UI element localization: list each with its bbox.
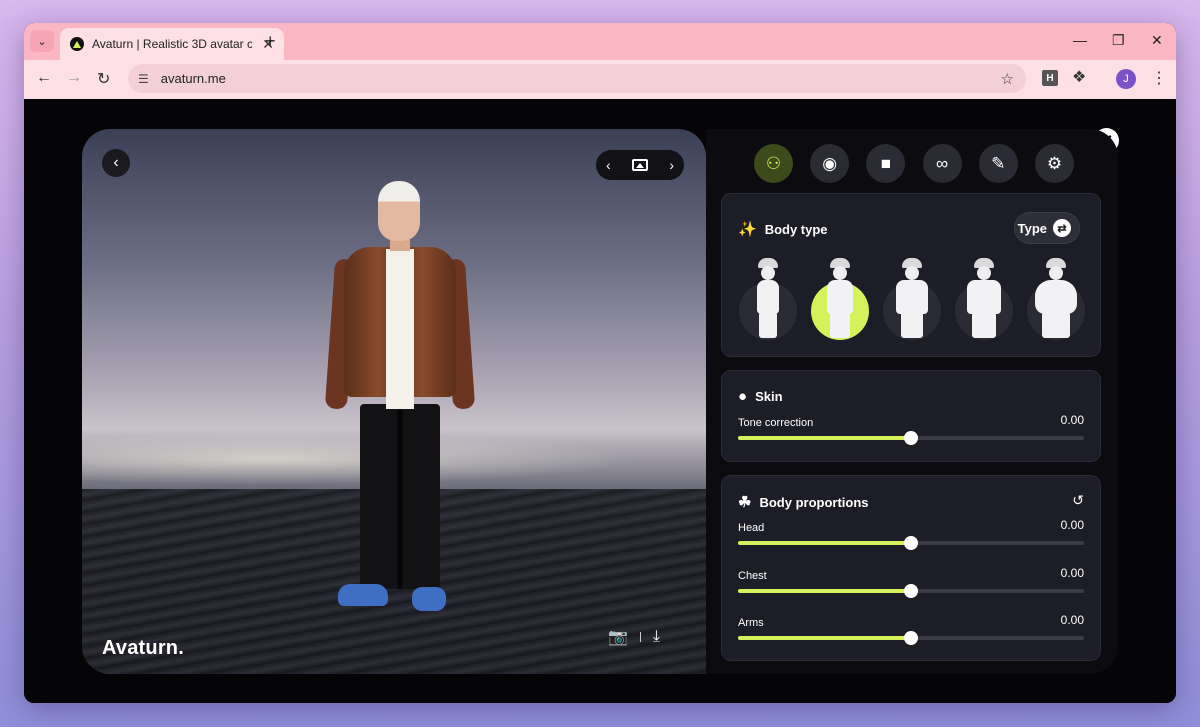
body-proportions-heading: ☘ Body proportions: [738, 493, 869, 511]
slider-fill: [738, 541, 911, 545]
reset-icon[interactable]: ↺: [1072, 492, 1084, 509]
close-window-icon[interactable]: ✕: [1151, 32, 1163, 49]
avatar-shirt: [386, 249, 414, 409]
body-type-heading: ✨ Body type: [738, 220, 828, 238]
extensions-puzzle-icon[interactable]: ❖: [1072, 67, 1086, 87]
chest-label: Chest: [738, 570, 767, 582]
tone-correction-row: Tone correction 0.00: [738, 413, 1084, 445]
head-slider-row: Head 0.00: [738, 518, 1084, 550]
avatar-3d-model[interactable]: [324, 179, 476, 624]
body-proportions-icon: ☘: [738, 494, 752, 511]
minimize-icon[interactable]: —: [1073, 32, 1087, 48]
avaturn-logo: Avaturn.: [102, 637, 184, 659]
body-type-option-4[interactable]: [954, 258, 1014, 340]
avatar-right-shoe: [412, 587, 446, 611]
glasses-icon[interactable]: ∞: [922, 144, 962, 183]
tone-correction-slider[interactable]: [738, 431, 1084, 445]
url-text: avaturn.me: [160, 71, 226, 86]
avatar-left-shoe: [338, 584, 388, 606]
animation-icon[interactable]: ⚙: [1034, 144, 1074, 183]
tone-correction-label: Tone correction: [738, 417, 814, 429]
head-slider[interactable]: [738, 536, 1084, 550]
body-type-option-2[interactable]: [810, 258, 870, 340]
body-proportions-card: ☘ Body proportions ↺ Head 0.00 Chest 0.0…: [721, 475, 1101, 661]
forward-arrow-icon[interactable]: →: [66, 69, 82, 87]
hair-icon[interactable]: ◉: [810, 144, 850, 183]
body-shape-icon[interactable]: ⚇: [754, 144, 793, 183]
avatar-head: [378, 181, 420, 241]
makeup-icon[interactable]: ✎: [978, 144, 1018, 183]
body-type-card: ✨ Body type Type ⇄: [721, 193, 1101, 357]
browser-window: ⌄ Avaturn | Realistic 3D avatar cre ✕ + …: [24, 23, 1176, 703]
download-icon[interactable]: ⤓: [653, 628, 660, 646]
new-tab-icon[interactable]: +: [265, 31, 276, 52]
next-background-icon[interactable]: ›: [669, 157, 674, 173]
arms-slider-row: Arms 0.00: [738, 613, 1084, 645]
tab-strip: ⌄ Avaturn | Realistic 3D avatar cre ✕ + …: [24, 23, 1176, 60]
head-value: 0.00: [1060, 518, 1084, 532]
browser-menu-icon[interactable]: ⋮: [1151, 68, 1167, 88]
skin-icon: ●: [738, 388, 748, 405]
slider-fill: [738, 636, 911, 640]
body-type-option-5[interactable]: [1026, 258, 1086, 340]
slider-fill: [738, 436, 911, 440]
tone-correction-value: 0.00: [1060, 413, 1084, 427]
tab-avaturn[interactable]: Avaturn | Realistic 3D avatar cre ✕: [60, 28, 284, 60]
type-button-label: Type: [1017, 220, 1047, 236]
swap-icon: ⇄: [1053, 219, 1071, 237]
shirt-icon[interactable]: ■: [866, 144, 906, 183]
extension-h-icon[interactable]: H: [1042, 70, 1058, 86]
slider-thumb[interactable]: [904, 584, 918, 598]
body-type-option-1[interactable]: [738, 258, 798, 340]
skin-title: Skin: [755, 389, 783, 404]
previous-background-icon[interactable]: ‹: [606, 157, 611, 173]
address-toolbar: ← → ↻ ☰ avaturn.me ☆ H ❖ J ⋮: [24, 60, 1176, 99]
tab-title: Avaturn | Realistic 3D avatar cre: [92, 37, 252, 51]
body-proportions-title: Body proportions: [759, 494, 869, 510]
site-info-icon[interactable]: ☰: [138, 72, 149, 86]
image-icon: [632, 159, 648, 171]
body-type-option-3[interactable]: [882, 258, 942, 340]
back-chevron-icon[interactable]: ‹: [102, 149, 130, 177]
body-type-icon: ✨: [738, 221, 757, 238]
slider-thumb[interactable]: [904, 631, 918, 645]
slider-fill: [738, 589, 911, 593]
slider-thumb[interactable]: [904, 536, 918, 550]
avatar-pants: [360, 404, 440, 589]
arms-label: Arms: [738, 617, 764, 629]
slider-thumb[interactable]: [904, 431, 918, 445]
avatar-viewer[interactable]: ‹ ‹ › Avaturn. 📷 ⤓: [82, 129, 706, 674]
reload-icon[interactable]: ↻: [97, 69, 110, 89]
skin-card: ● Skin Tone correction 0.00: [721, 370, 1101, 462]
avaturn-favicon-icon: [70, 37, 84, 51]
body-type-title: Body type: [764, 221, 828, 237]
divider: [639, 632, 641, 642]
skin-heading: ● Skin: [738, 388, 783, 405]
arms-value: 0.00: [1060, 613, 1084, 627]
tab-search-icon[interactable]: ⌄: [30, 30, 54, 52]
body-type-options: [738, 258, 1086, 340]
head-label: Head: [738, 522, 765, 534]
chest-value: 0.00: [1060, 566, 1084, 580]
capture-controls: 📷 ⤓: [608, 627, 660, 647]
page-content: ‹ ‹ › Avaturn. 📷 ⤓ ⚇ ◉ ■ ∞ ✎ ⚙ ✨ Body ty…: [24, 99, 1176, 703]
restore-icon[interactable]: ❐: [1112, 32, 1125, 49]
type-toggle-button[interactable]: Type ⇄: [1014, 212, 1080, 244]
arms-slider[interactable]: [738, 631, 1084, 645]
category-tabs: ⚇ ◉ ■ ∞ ✎ ⚙: [754, 144, 1074, 183]
background-switcher[interactable]: ‹ ›: [596, 150, 684, 180]
bookmark-star-icon[interactable]: ☆: [1001, 70, 1014, 88]
chest-slider-row: Chest 0.00: [738, 566, 1084, 598]
profile-avatar[interactable]: J: [1116, 69, 1136, 89]
back-arrow-icon[interactable]: ←: [36, 69, 52, 87]
camera-icon[interactable]: 📷: [608, 627, 628, 647]
chest-slider[interactable]: [738, 584, 1084, 598]
address-bar[interactable]: ☰ avaturn.me ☆: [128, 64, 1026, 93]
